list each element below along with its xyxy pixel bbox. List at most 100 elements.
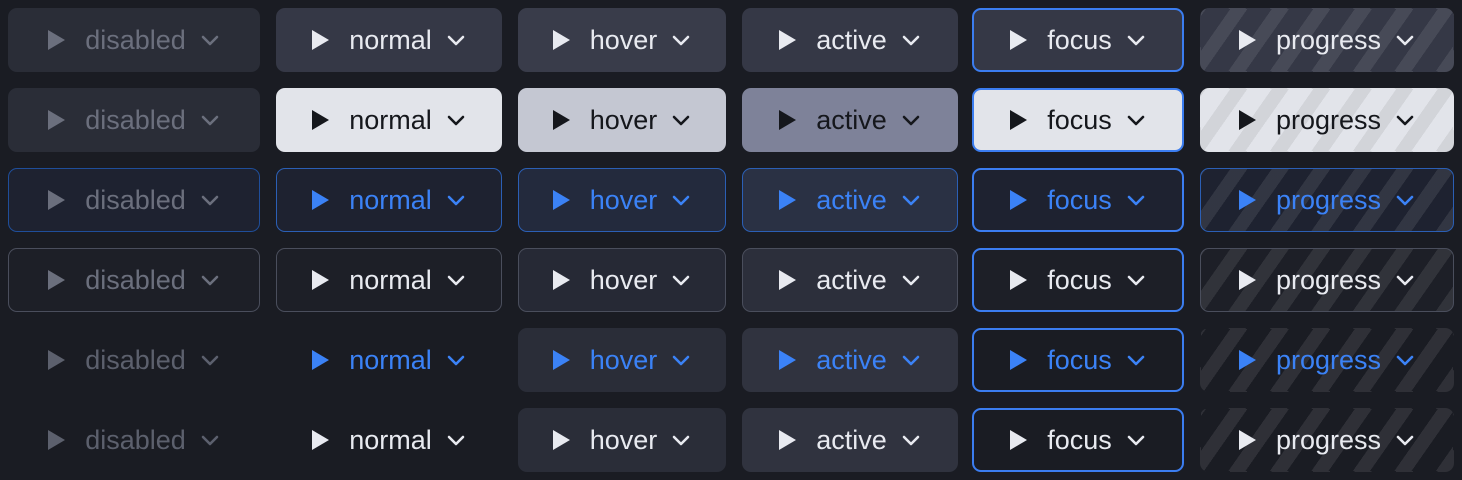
button-label: disabled (85, 345, 186, 375)
primary-hover-button[interactable]: hover (518, 88, 726, 152)
chevron-down-icon (446, 33, 466, 47)
button-label: normal (349, 105, 432, 135)
play-icon (779, 430, 797, 450)
chevron-down-icon (200, 113, 220, 127)
flat-progress-button[interactable]: progress (1200, 408, 1454, 472)
play-icon (48, 30, 66, 50)
button-label: normal (349, 265, 432, 295)
default-hover-button[interactable]: hover (518, 8, 726, 72)
flat-focus-button[interactable]: focus (972, 408, 1184, 472)
default-active-button[interactable]: active (742, 8, 958, 72)
chevron-down-icon (901, 33, 921, 47)
chevron-down-icon (1395, 273, 1415, 287)
play-icon (552, 430, 570, 450)
button-label: active (816, 345, 887, 375)
play-icon (1010, 270, 1028, 290)
play-icon (552, 350, 570, 370)
chevron-down-icon (200, 33, 220, 47)
button-label: progress (1275, 185, 1382, 215)
play-icon (48, 350, 66, 370)
play-icon (1010, 430, 1028, 450)
button-label: active (816, 425, 887, 455)
accent-flat-focus-button[interactable]: focus (972, 328, 1184, 392)
button-label: disabled (85, 105, 186, 135)
play-icon (312, 270, 330, 290)
chevron-down-icon (1126, 433, 1146, 447)
flat-disabled-button: disabled (8, 408, 260, 472)
chevron-down-icon (446, 193, 466, 207)
chevron-down-icon (1395, 193, 1415, 207)
play-icon (1238, 350, 1256, 370)
play-icon (1238, 110, 1256, 130)
chevron-down-icon (446, 113, 466, 127)
button-label: disabled (85, 425, 186, 455)
button-label: disabled (85, 25, 186, 55)
play-icon (779, 270, 797, 290)
button-label: focus (1047, 425, 1112, 455)
chevron-down-icon (901, 273, 921, 287)
button-label: focus (1047, 105, 1112, 135)
play-icon (552, 30, 570, 50)
chevron-down-icon (901, 113, 921, 127)
chevron-down-icon (446, 433, 466, 447)
outline-disabled-button: disabled (8, 248, 260, 312)
play-icon (552, 190, 570, 210)
outline-progress-button[interactable]: progress (1200, 248, 1454, 312)
chevron-down-icon (200, 433, 220, 447)
outline-normal-button[interactable]: normal (276, 248, 502, 312)
chevron-down-icon (1126, 353, 1146, 367)
chevron-down-icon (1395, 433, 1415, 447)
accent-flat-progress-button[interactable]: progress (1200, 328, 1454, 392)
button-label: hover (589, 105, 658, 135)
chevron-down-icon (1395, 33, 1415, 47)
default-focus-button[interactable]: focus (972, 8, 1184, 72)
button-label: progress (1275, 25, 1382, 55)
accent-flat-hover-button[interactable]: hover (518, 328, 726, 392)
play-icon (48, 430, 66, 450)
play-icon (552, 270, 570, 290)
default-normal-button[interactable]: normal (276, 8, 502, 72)
primary-progress-button[interactable]: progress (1200, 88, 1454, 152)
button-label: focus (1047, 345, 1112, 375)
primary-focus-button[interactable]: focus (972, 88, 1184, 152)
button-label: normal (349, 425, 432, 455)
accent-outline-active-button[interactable]: active (742, 168, 958, 232)
accent-flat-disabled-button: disabled (8, 328, 260, 392)
default-progress-button[interactable]: progress (1200, 8, 1454, 72)
play-icon (1010, 190, 1028, 210)
outline-focus-button[interactable]: focus (972, 248, 1184, 312)
flat-normal-button[interactable]: normal (276, 408, 502, 472)
play-icon (1010, 110, 1028, 130)
outline-hover-button[interactable]: hover (518, 248, 726, 312)
accent-flat-normal-button[interactable]: normal (276, 328, 502, 392)
accent-outline-normal-button[interactable]: normal (276, 168, 502, 232)
accent-outline-disabled-button: disabled (8, 168, 260, 232)
button-label: active (816, 265, 887, 295)
accent-flat-active-button[interactable]: active (742, 328, 958, 392)
button-label: focus (1047, 25, 1112, 55)
play-icon (312, 430, 330, 450)
flat-hover-button[interactable]: hover (518, 408, 726, 472)
button-label: normal (349, 185, 432, 215)
chevron-down-icon (200, 353, 220, 367)
button-label: active (816, 185, 887, 215)
primary-normal-button[interactable]: normal (276, 88, 502, 152)
play-icon (48, 270, 66, 290)
accent-outline-hover-button[interactable]: hover (518, 168, 726, 232)
chevron-down-icon (200, 193, 220, 207)
default-disabled-button: disabled (8, 8, 260, 72)
chevron-down-icon (200, 273, 220, 287)
chevron-down-icon (901, 433, 921, 447)
play-icon (779, 350, 797, 370)
button-label: disabled (85, 185, 186, 215)
flat-active-button[interactable]: active (742, 408, 958, 472)
chevron-down-icon (1395, 353, 1415, 367)
accent-outline-progress-button[interactable]: progress (1200, 168, 1454, 232)
play-icon (779, 110, 797, 130)
chevron-down-icon (671, 353, 691, 367)
accent-outline-focus-button[interactable]: focus (972, 168, 1184, 232)
primary-active-button[interactable]: active (742, 88, 958, 152)
button-label: hover (589, 425, 658, 455)
outline-active-button[interactable]: active (742, 248, 958, 312)
button-label: focus (1047, 265, 1112, 295)
